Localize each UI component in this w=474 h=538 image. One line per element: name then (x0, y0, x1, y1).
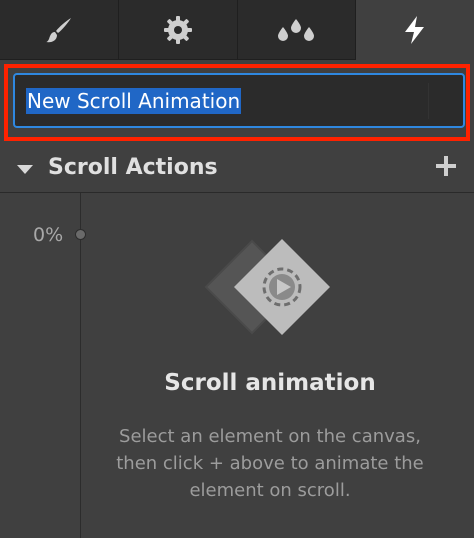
input-divider (428, 83, 429, 119)
caret-down-icon[interactable] (17, 165, 33, 174)
tab-settings[interactable] (119, 0, 238, 60)
section-title: Scroll Actions (48, 155, 218, 180)
scroll-actions-content: 0% Scroll animation Select an element on… (0, 193, 474, 538)
timeline-track (80, 193, 81, 538)
scroll-animation-illustration-icon (204, 239, 330, 335)
lightning-icon (405, 16, 425, 44)
tab-animations[interactable] (356, 0, 474, 60)
plus-icon[interactable] (434, 154, 458, 178)
animation-name-input[interactable]: New Scroll Animation (13, 73, 465, 128)
drops-icon (278, 19, 315, 41)
animation-name-row: New Scroll Animation (0, 60, 474, 146)
tab-interactions[interactable] (238, 0, 357, 60)
timeline-keyframe-dot (75, 229, 86, 240)
scroll-actions-header[interactable]: Scroll Actions (0, 146, 474, 193)
animation-name-value[interactable]: New Scroll Animation (26, 87, 242, 114)
timeline-start-label: 0% (33, 224, 64, 246)
tab-style[interactable] (0, 0, 119, 60)
panel-tab-bar (0, 0, 474, 60)
empty-state-title: Scroll animation (164, 370, 376, 396)
empty-state-description: Select an element on the canvas, then cl… (116, 426, 424, 501)
gear-icon (163, 16, 192, 44)
brush-icon (45, 18, 71, 43)
